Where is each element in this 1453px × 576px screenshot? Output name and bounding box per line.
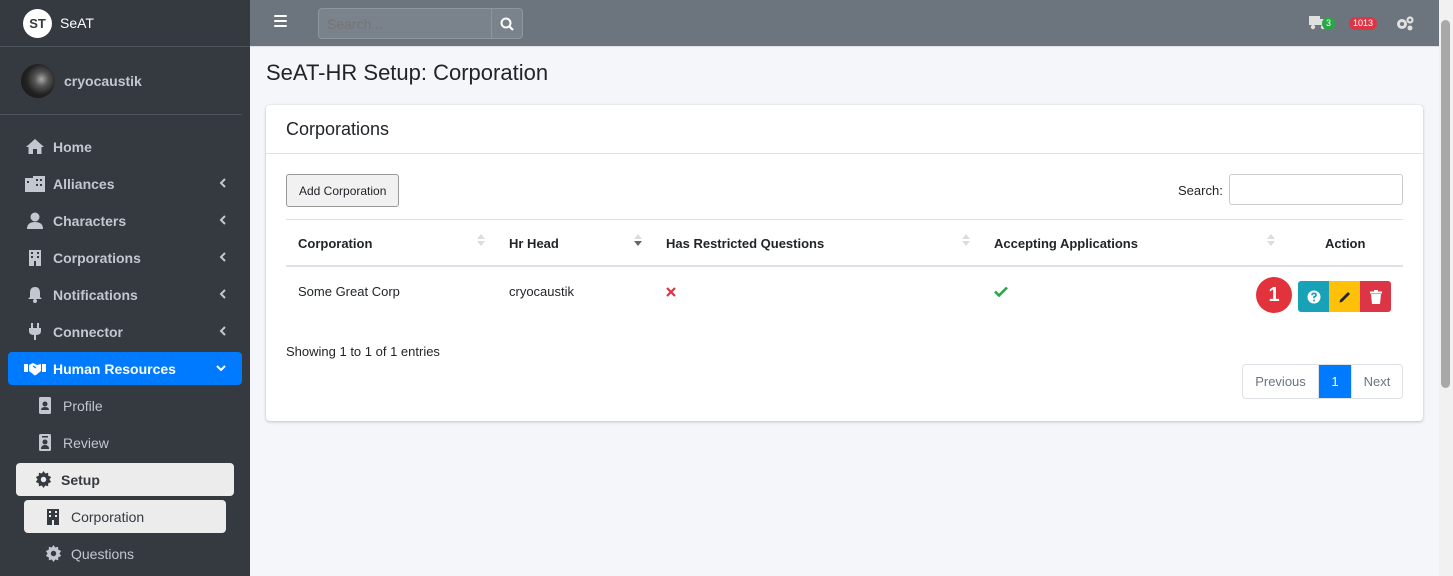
sidebar-item-label: Home (53, 138, 92, 155)
card-title: Corporations (266, 105, 1423, 154)
sidebar-item-label: Questions (71, 545, 135, 562)
sidebar-item-characters[interactable]: Characters (8, 204, 242, 237)
chevron-left-icon (219, 215, 226, 225)
sidebar-item-label: Corporation (71, 508, 145, 525)
user-name: cryocaustik (64, 72, 142, 89)
cell-corporation: Some Great Corp (298, 284, 400, 299)
plug-icon (24, 323, 46, 341)
sidebar-item-label: Corporations (53, 249, 141, 266)
edit-button[interactable] (1329, 281, 1360, 312)
cross-icon (666, 285, 676, 300)
cell-hr-head: cryocaustik (509, 284, 575, 299)
search-button[interactable] (491, 8, 523, 39)
column-header-accepting-applications[interactable]: Accepting Applications (994, 236, 1138, 251)
sidebar-item-corporation[interactable]: Corporation (24, 500, 226, 533)
table-search-label: Search: (1178, 183, 1223, 198)
search-input[interactable] (318, 8, 492, 39)
home-icon (24, 138, 46, 156)
sidebar-item-review[interactable]: Review (8, 426, 242, 459)
table-row: Some Great Corp cryocaustik 1 (286, 267, 1403, 317)
sidebar-item-questions[interactable]: Questions (8, 537, 242, 570)
sidebar-item-label: Connector (53, 323, 123, 340)
sidebar-item-setup[interactable]: Setup (16, 463, 234, 496)
add-corporation-button[interactable]: Add Corporation (286, 174, 400, 207)
next-page-button[interactable]: Next (1351, 365, 1402, 398)
chevron-left-icon (219, 326, 226, 336)
corporations-table: Corporation Hr Head Has Restricted Quest… (286, 219, 1403, 317)
sidebar-item-profile[interactable]: Profile (8, 389, 242, 422)
sidebar-item-label: Characters (53, 212, 127, 229)
user-panel[interactable]: cryocaustik (0, 47, 242, 115)
brand-link[interactable]: ST SeAT (0, 0, 250, 47)
sort-icon (962, 234, 970, 246)
gear-icon (42, 545, 64, 563)
page-1-button[interactable]: 1 (1319, 365, 1351, 398)
sidebar-item-label: Alliances (53, 175, 115, 192)
check-icon (994, 285, 1008, 300)
handshake-icon (24, 360, 46, 378)
queue-badge: 3 (1322, 17, 1336, 30)
sidebar-item-alliances[interactable]: Alliances (8, 167, 242, 200)
sidebar-item-label: Profile (63, 397, 103, 414)
top-navbar: 3 1013 (250, 0, 1439, 47)
column-header-corporation[interactable]: Corporation (298, 236, 372, 251)
gears-icon (1397, 16, 1414, 31)
sidebar-item-human-resources[interactable]: Human Resources (8, 352, 242, 385)
chevron-down-icon (216, 365, 226, 372)
sidebar-item-connector[interactable]: Connector (8, 315, 242, 348)
scrollbar-thumb[interactable] (1441, 20, 1450, 388)
previous-page-button[interactable]: Previous (1243, 365, 1319, 398)
menu-toggle-icon[interactable] (274, 15, 287, 27)
corporations-card: Corporations Add Corporation Search: Cor… (266, 105, 1423, 421)
avatar (21, 63, 55, 98)
brand-name: SeAT (60, 15, 94, 31)
pagination: Previous 1 Next (1242, 364, 1403, 399)
question-circle-icon (1307, 290, 1320, 303)
chevron-left-icon (219, 178, 226, 188)
step-marker: 1 (1256, 277, 1292, 313)
sidebar-item-notifications[interactable]: Notifications (8, 278, 242, 311)
id-card-icon (34, 434, 56, 452)
brand-logo: ST (23, 8, 52, 38)
sort-icon (477, 234, 485, 246)
sort-icon (1267, 234, 1275, 246)
building-icon (24, 249, 46, 267)
sidebar-item-label: Notifications (53, 286, 138, 303)
chevron-left-icon (219, 252, 226, 262)
queue-status[interactable]: 3 (1309, 15, 1336, 33)
sidebar-item-label: Review (63, 434, 109, 451)
chevron-left-icon (219, 289, 226, 299)
bell-icon (24, 286, 46, 304)
building-icon (42, 508, 64, 526)
column-header-action: Action (1325, 236, 1366, 251)
sidebar: ST SeAT cryocaustik Home Alliances Chara… (0, 0, 250, 576)
settings-menu[interactable] (1395, 15, 1415, 34)
column-header-hr-head[interactable]: Hr Head (509, 236, 559, 251)
gear-icon (32, 471, 54, 489)
id-badge-icon (34, 397, 56, 415)
sidebar-item-label: Setup (61, 471, 100, 488)
column-header-restricted-questions[interactable]: Has Restricted Questions (666, 236, 824, 251)
table-header: Corporation Hr Head Has Restricted Quest… (286, 219, 1403, 267)
error-badge[interactable]: 1013 (1349, 17, 1378, 30)
trash-icon (1369, 289, 1382, 304)
sort-desc-icon (634, 234, 642, 246)
search-icon (500, 17, 514, 31)
pencil-icon (1339, 291, 1350, 302)
delete-button[interactable] (1360, 281, 1391, 312)
table-info: Showing 1 to 1 of 1 entries (286, 344, 440, 359)
sidebar-item-label: Human Resources (53, 360, 176, 377)
user-icon (24, 212, 46, 230)
building-icon (24, 175, 46, 193)
sidebar-item-corporations[interactable]: Corporations (8, 241, 242, 274)
questions-button[interactable] (1298, 281, 1329, 312)
table-search-input[interactable] (1229, 174, 1403, 205)
page-title: SeAT-HR Setup: Corporation (266, 60, 549, 85)
sidebar-item-home[interactable]: Home (8, 130, 242, 163)
